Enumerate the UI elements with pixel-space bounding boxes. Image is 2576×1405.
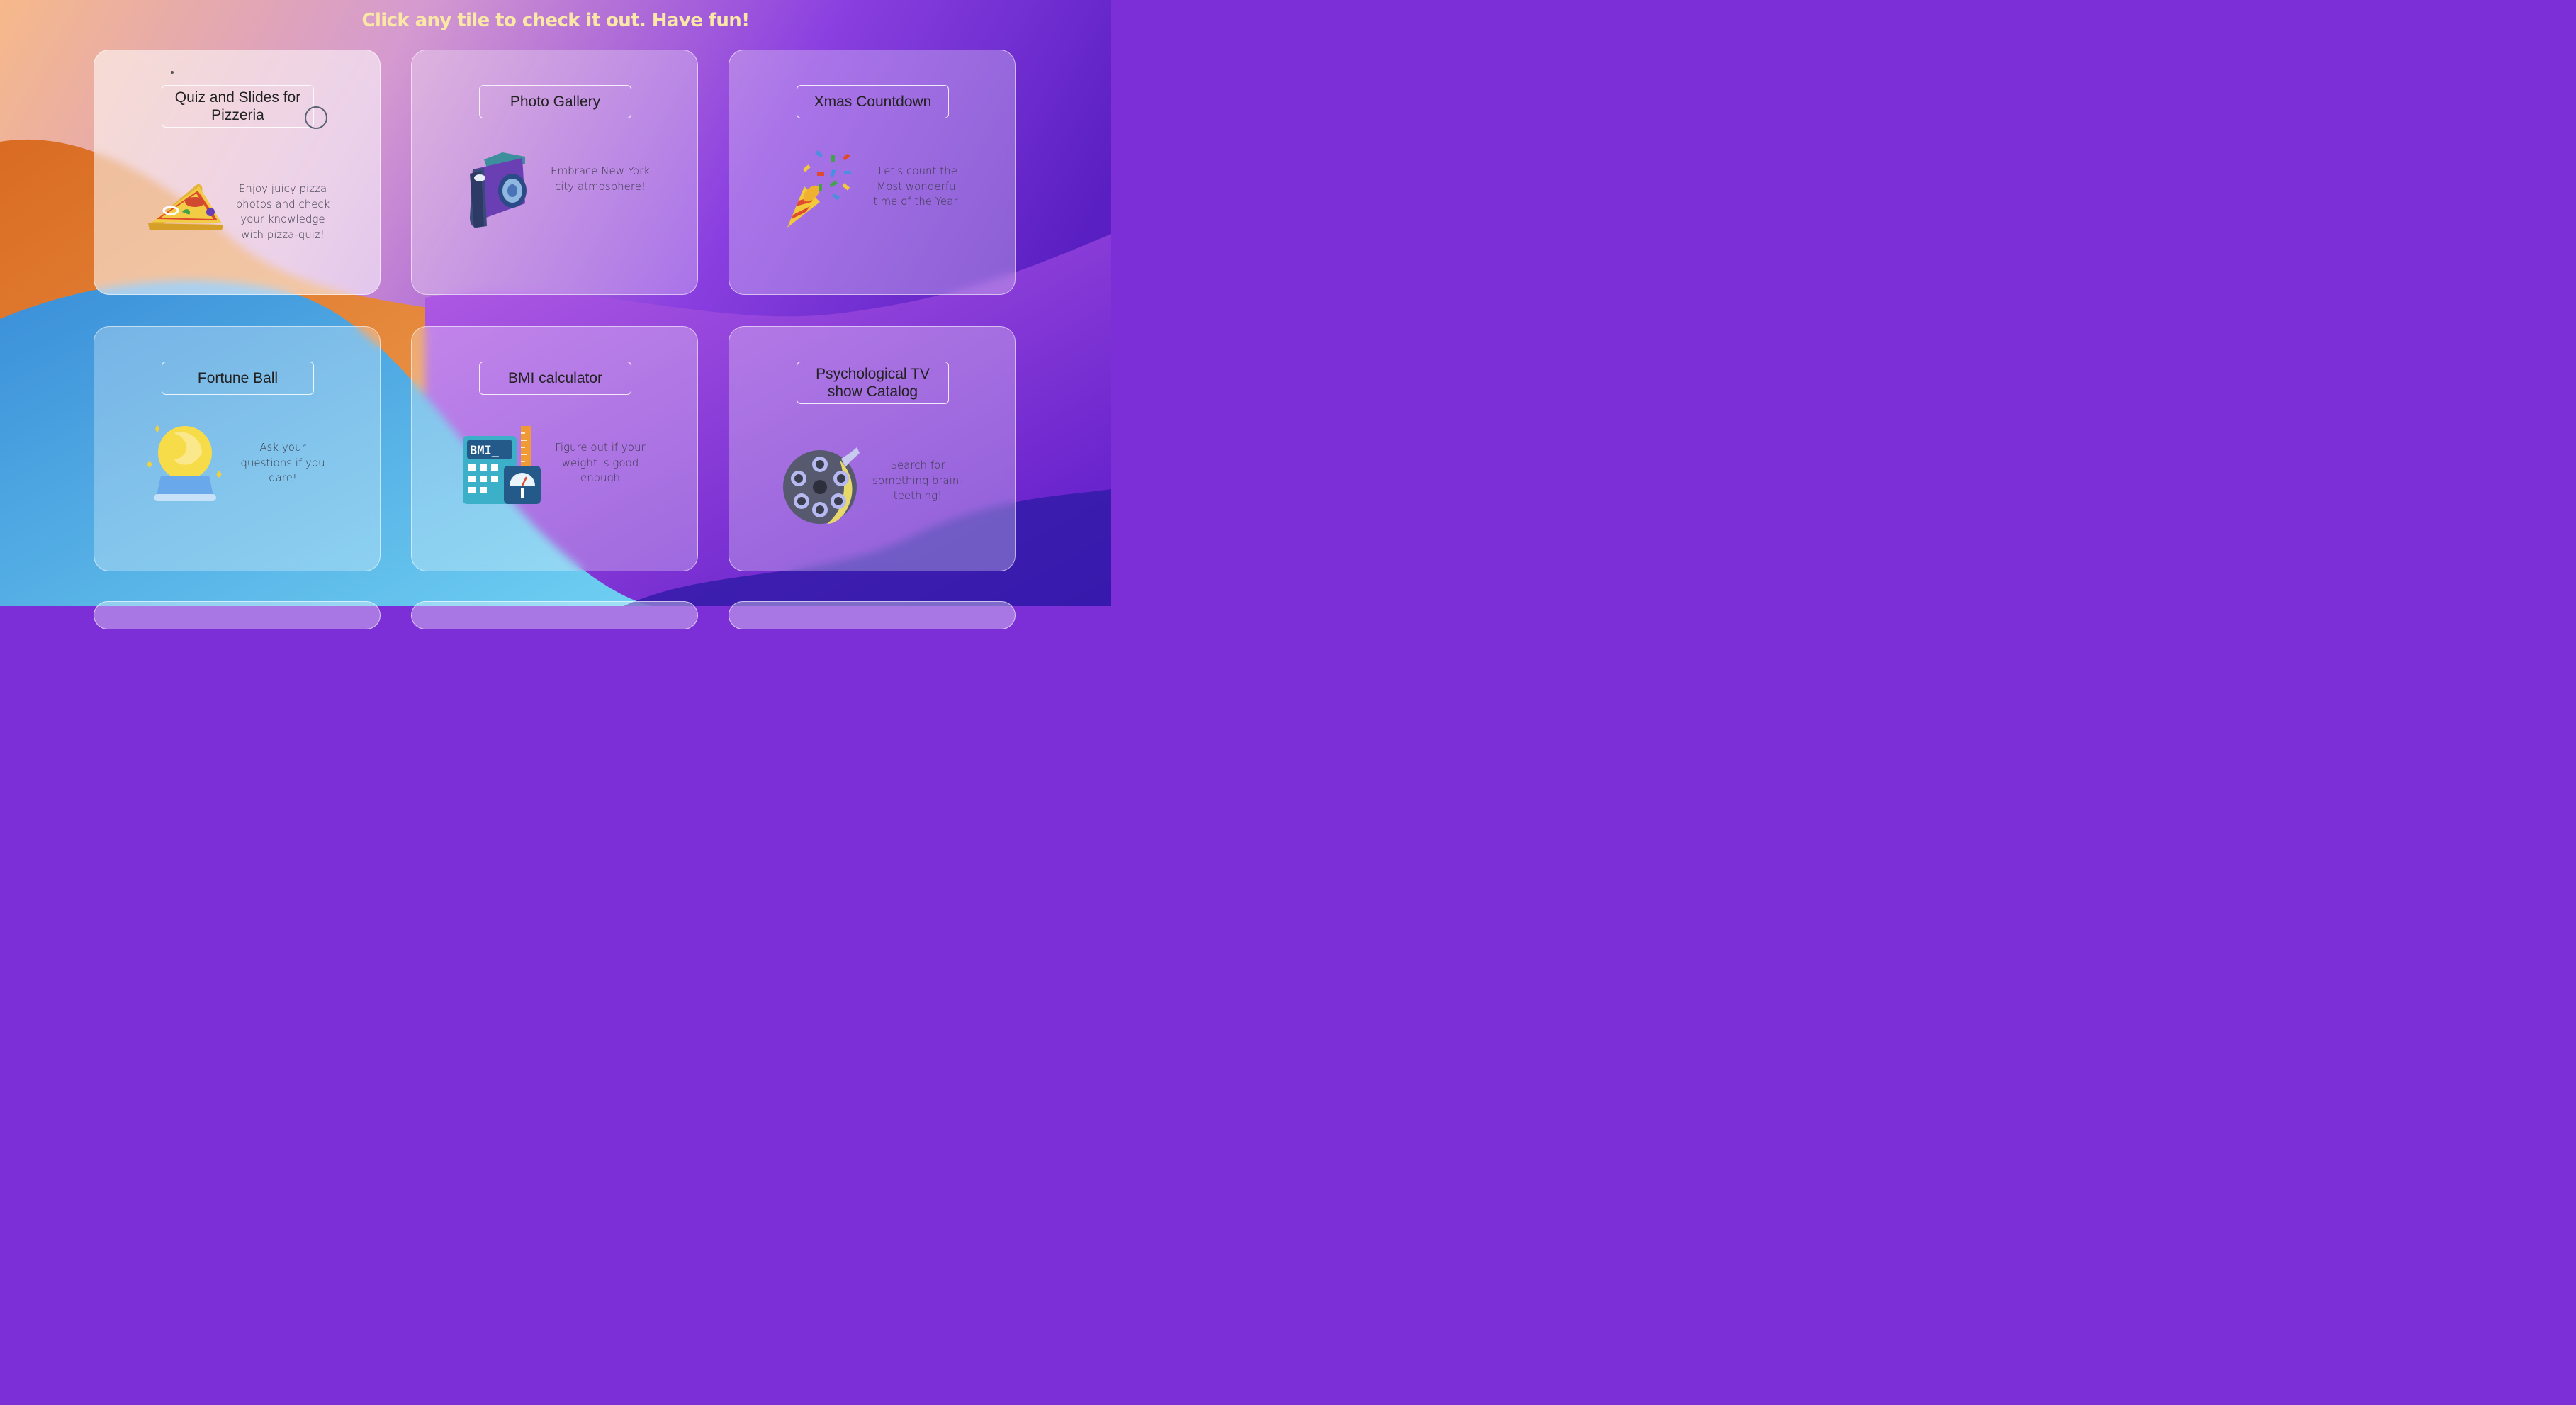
page-headline: Click any tile to check it out. Have fun… [361,10,750,31]
tile-title[interactable]: Xmas Countdown [797,85,949,118]
tile-bmi-calculator[interactable]: BMI calculator BMI_ Figure out if your w… [411,326,698,571]
tile-title[interactable]: Psychological TV show Catalog [797,362,949,404]
tile-description: Search for something brain-teething! [872,459,963,502]
svg-text:BMI_: BMI_ [470,444,500,458]
tile-partial[interactable] [94,601,381,629]
tile-description: Let's count the Most wonderful time of t… [873,164,962,208]
tile-fortune-ball[interactable]: Fortune Ball Ask your questions if you d… [94,326,381,571]
camera-icon [463,148,542,228]
tile-partial[interactable] [729,601,1016,629]
party-popper-icon [780,150,860,229]
tile-description: Figure out if your weight is good enough [555,441,646,484]
crystal-ball-icon [145,425,225,504]
calculator-scale-icon: BMI_ [463,426,542,505]
cursor-dot [171,71,174,74]
tile-description: Embrace New York city atmosphere! [551,164,650,193]
tile-description: Ask your questions if you dare! [240,441,325,484]
tile-xmas-countdown[interactable]: Xmas Countdown Let's count the Most wond… [729,50,1016,295]
tile-title[interactable]: Quiz and Slides for Pizzeria [162,85,314,128]
film-reel-icon [780,446,860,525]
tile-title[interactable]: Photo Gallery [479,85,631,118]
tile-title[interactable]: BMI calculator [479,362,631,395]
tile-pizzeria[interactable]: Quiz and Slides for Pizzeria Enjoy juicy… [94,50,381,295]
tile-partial[interactable] [411,601,698,629]
tile-title[interactable]: Fortune Ball [162,362,314,395]
cursor-ring [305,106,327,129]
tile-tv-show-catalog[interactable]: Psychological TV show Catalog Search for… [729,326,1016,571]
tile-photo-gallery[interactable]: Photo Gallery Embrace New York city atmo… [411,50,698,295]
tile-description: Enjoy juicy pizza photos and check your … [235,182,330,241]
pizza-slice-icon [145,169,225,249]
